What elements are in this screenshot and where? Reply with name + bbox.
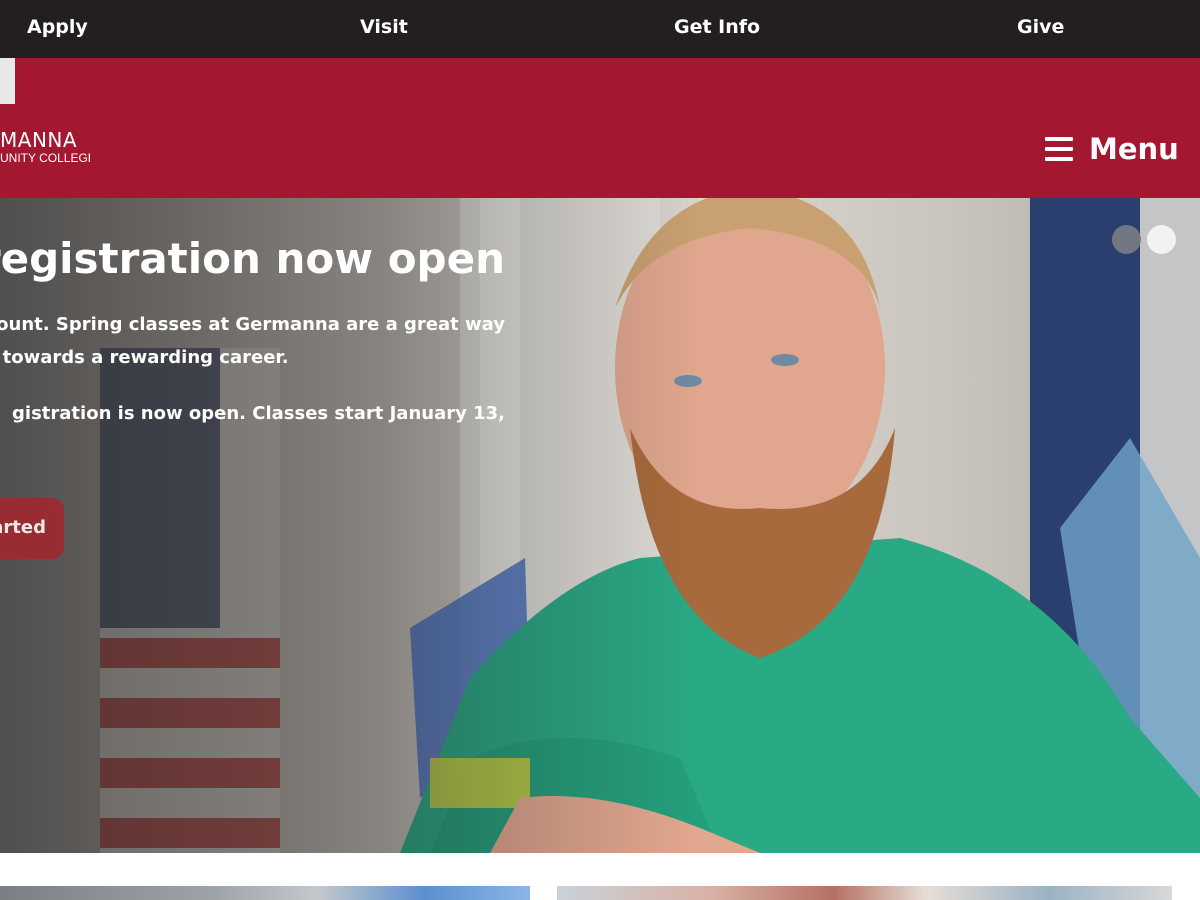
utility-link-give[interactable]: Give bbox=[1017, 16, 1064, 38]
hero-paragraph-1: 020 count. Spring classes at Germanna ar… bbox=[0, 308, 505, 374]
utility-link-apply[interactable]: Apply bbox=[27, 16, 88, 38]
hero-text-overlay bbox=[0, 198, 700, 853]
skip-tab[interactable] bbox=[0, 58, 15, 104]
feature-card-image-2[interactable] bbox=[557, 886, 1172, 900]
feature-cards bbox=[0, 853, 1200, 900]
carousel-dot-2[interactable] bbox=[1147, 225, 1176, 254]
feature-card-image-1[interactable] bbox=[0, 886, 530, 900]
logo-subtitle: UNITY COLLEGE bbox=[0, 151, 90, 165]
site-header: MANNA UNITY COLLEGE Menu bbox=[0, 58, 1200, 198]
hero-paragraph-1-line-2: arted towards a rewarding career. bbox=[0, 347, 289, 368]
get-started-button[interactable]: arted bbox=[0, 498, 64, 559]
hamburger-icon bbox=[1045, 137, 1073, 161]
hero-paragraph-2: gistration is now open. Classes start Ja… bbox=[12, 397, 505, 430]
hero-banner: ing registration now open 020 count. Spr… bbox=[0, 198, 1200, 853]
menu-button[interactable]: Menu bbox=[1045, 128, 1185, 170]
hero-heading: ing registration now open bbox=[0, 234, 505, 283]
get-started-label: arted bbox=[0, 517, 46, 538]
college-logo[interactable]: MANNA UNITY COLLEGE bbox=[0, 128, 90, 168]
menu-label: Menu bbox=[1089, 132, 1179, 166]
utility-nav: Apply Visit Get Info Give bbox=[0, 0, 1200, 58]
hero-paragraph-1-line-1: 020 count. Spring classes at Germanna ar… bbox=[0, 314, 505, 335]
carousel-dot-1[interactable] bbox=[1112, 225, 1141, 254]
hero-paragraph-2-line-1: gistration is now open. Classes start Ja… bbox=[12, 403, 505, 424]
utility-link-visit[interactable]: Visit bbox=[360, 16, 408, 38]
utility-link-get-info[interactable]: Get Info bbox=[674, 16, 760, 38]
logo-wordmark: MANNA bbox=[0, 128, 78, 152]
